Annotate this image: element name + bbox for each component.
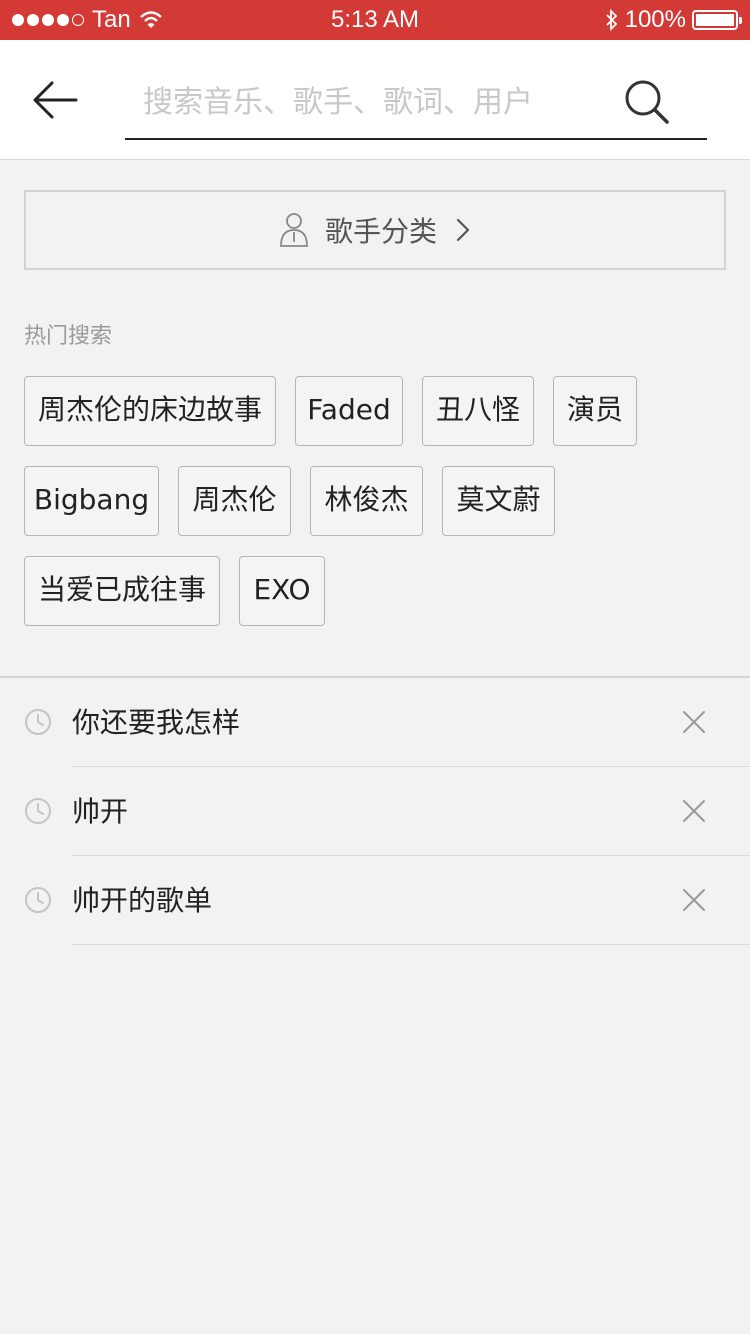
search-input[interactable]	[143, 76, 613, 128]
bluetooth-icon	[605, 8, 617, 32]
search-bar	[125, 70, 707, 140]
clock-icon	[25, 709, 51, 735]
back-arrow-icon[interactable]	[30, 78, 82, 122]
battery-percent: 100%	[624, 6, 686, 33]
hot-tag[interactable]: Faded	[295, 376, 403, 446]
hot-tag[interactable]: 丑八怪	[422, 376, 534, 446]
person-icon	[280, 213, 308, 247]
clock-icon	[25, 798, 51, 824]
hot-tag[interactable]: EXO	[239, 556, 325, 626]
history-text: 你还要我怎样	[72, 706, 241, 739]
search-icon[interactable]	[623, 78, 671, 126]
clock-icon	[25, 887, 51, 913]
history-text: 帅开的歌单	[72, 884, 213, 917]
history-text: 帅开	[72, 795, 129, 828]
row-divider	[72, 944, 750, 945]
chevron-right-icon	[456, 218, 470, 242]
hot-tag[interactable]: 莫文蔚	[442, 466, 555, 536]
hot-tag[interactable]: 周杰伦	[178, 466, 291, 536]
hot-tag[interactable]: 演员	[553, 376, 637, 446]
hot-tag[interactable]: Bigbang	[24, 466, 159, 536]
history-item[interactable]: 帅开	[0, 767, 750, 856]
hot-tag[interactable]: 周杰伦的床边故事	[24, 376, 276, 446]
history-item[interactable]: 帅开的歌单	[0, 856, 750, 945]
status-right: 100%	[605, 0, 742, 40]
close-icon[interactable]	[682, 799, 706, 823]
close-icon[interactable]	[682, 710, 706, 734]
singer-category-label: 歌手分类	[324, 215, 437, 248]
hot-search-title: 热门搜索	[24, 324, 113, 349]
history-item[interactable]: 你还要我怎样	[0, 678, 750, 767]
status-bar: Tan 5:13 AM 100%	[0, 0, 750, 40]
singer-category-button[interactable]: 歌手分类	[24, 190, 726, 270]
close-icon[interactable]	[682, 888, 706, 912]
hot-tag[interactable]: 当爱已成往事	[24, 556, 220, 626]
hot-tag[interactable]: 林俊杰	[310, 466, 423, 536]
battery-icon	[692, 10, 742, 30]
search-header	[0, 40, 750, 160]
